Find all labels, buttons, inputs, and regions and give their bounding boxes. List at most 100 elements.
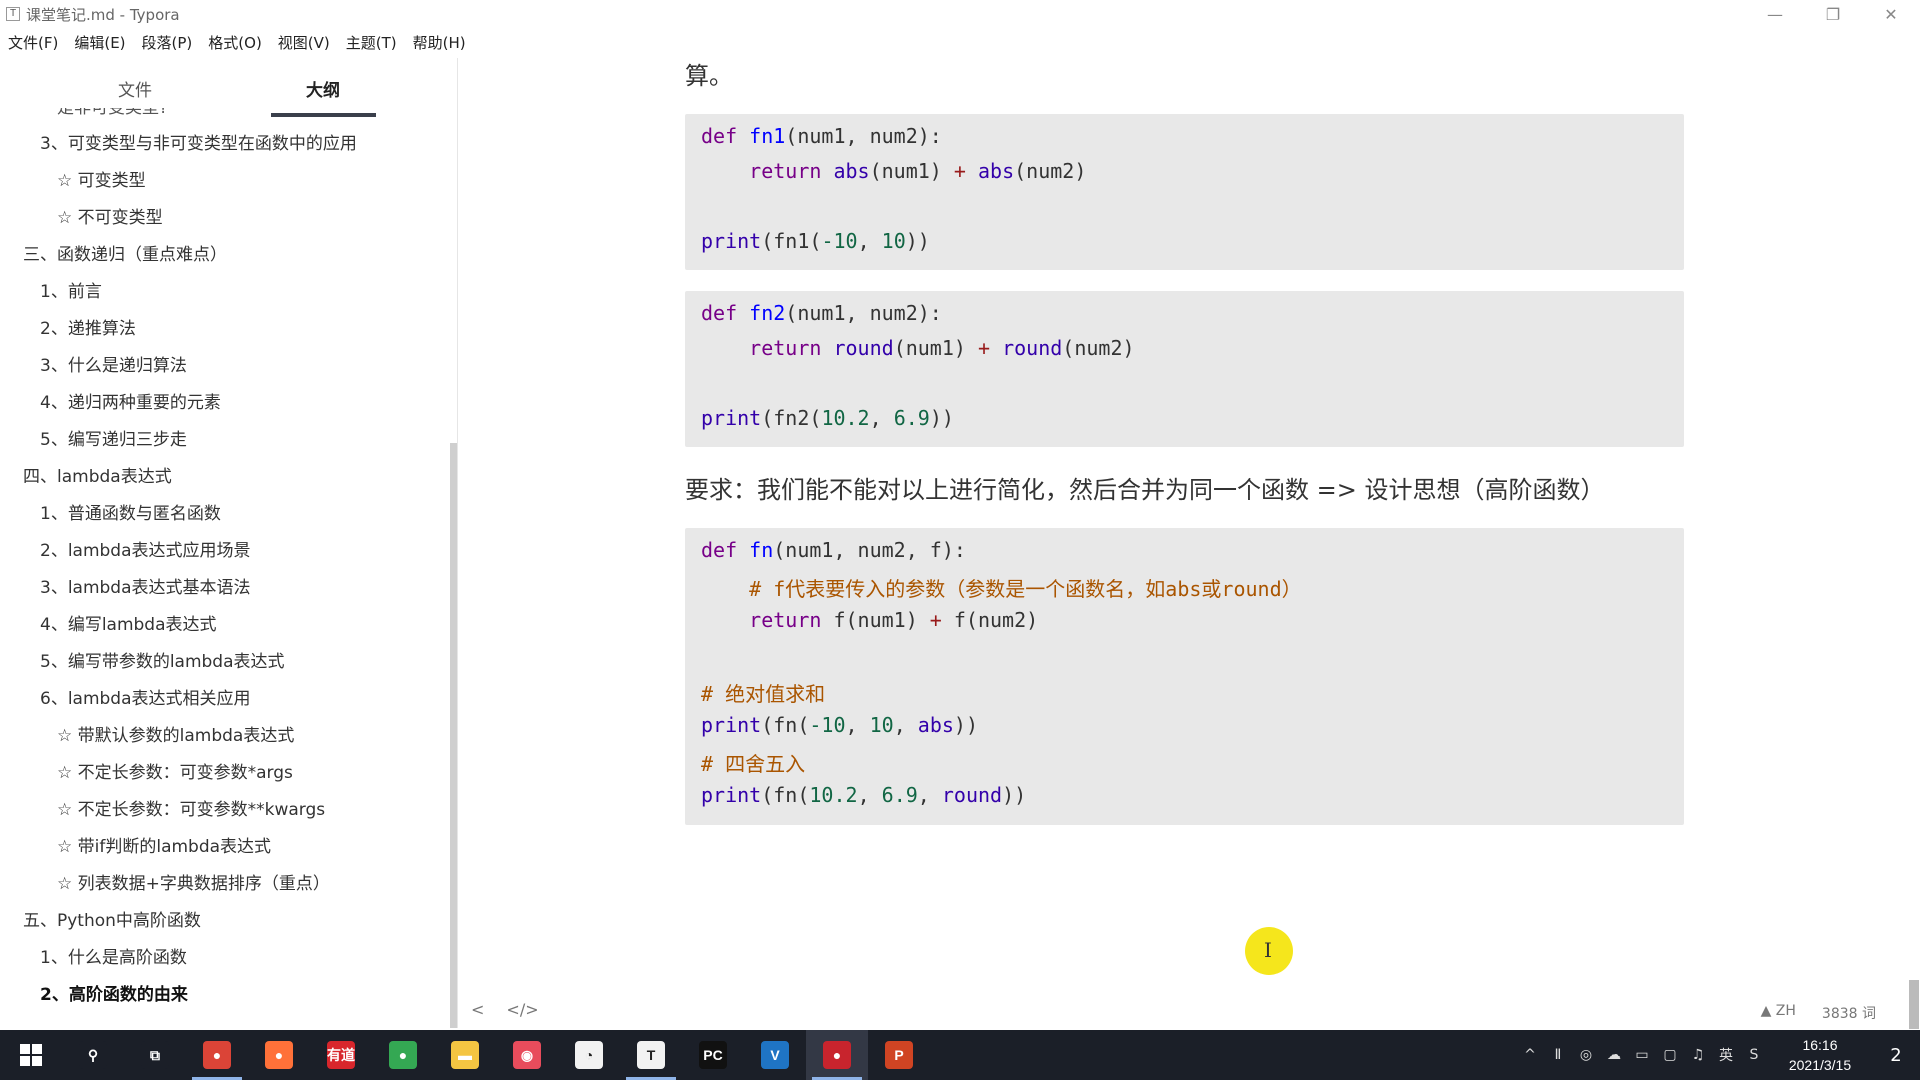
outline-item[interactable]: 6、lambda表达式相关应用 [0,681,450,718]
taskbar-file-explorer-button[interactable]: ▬ [434,1030,496,1080]
outline-item[interactable]: 五、Python中高阶函数 [0,903,450,940]
chrome-icon: ● [203,1041,231,1069]
code-block[interactable]: def fn(num1, num2, f): # f代表要传入的参数（参数是一个… [685,528,1684,825]
status-left: < </> [471,1000,539,1019]
menu-bar: 文件(F) 编辑(E) 段落(P) 格式(O) 视图(V) 主题(T) 帮助(H… [0,30,474,54]
outline-item[interactable]: ☆ 带if判断的lambda表达式 [0,829,450,866]
editor[interactable]: 算。 def fn1(num1, num2): return abs(num1)… [459,54,1920,1029]
clock[interactable]: 16:16 2021/3/15 [1768,1035,1872,1075]
outline-item[interactable]: 4、编写lambda表达式 [0,607,450,644]
sogou-icon[interactable]: S [1740,1030,1768,1080]
outline-item[interactable]: 2、高阶函数的由来 [0,977,450,1014]
outline-item[interactable]: 3、什么是递归算法 [0,348,450,385]
code-line: # f代表要传入的参数（参数是一个函数名，如abs或round） [749,577,1302,601]
code-line: print(fn2(10.2, 6.9)) [701,406,954,430]
word-count[interactable]: 3838 词 [1822,1003,1876,1023]
taskbar-firefox-button[interactable]: ● [248,1030,310,1080]
outline-item[interactable]: ☆ 不定长参数：可变参数**kwargs [0,792,450,829]
taskbar-search-button[interactable]: ⚲ [62,1030,124,1080]
taskbar: ⚲ ⧉ ● ● 有道 ● ▬ ◉ ◔ T PC V ● P ^ Ⅱ ◎ ☁ ▭ ▢ ♫ 英 S 16:16 2021/3/… [0,1030,1920,1080]
outline-item[interactable]: 3、可变类型与非可变类型在函数中的应用 [0,126,450,163]
network-app-icon[interactable]: ◎ [1572,1030,1600,1080]
clock-time: 16:16 [1802,1037,1838,1053]
taskbar-recorder-button[interactable]: ◉ [496,1030,558,1080]
taskbar-typora-button[interactable]: T [620,1030,682,1080]
taskbar-chrome-button[interactable]: ● [186,1030,248,1080]
pause-icon[interactable]: Ⅱ [1544,1030,1572,1080]
tab-outline[interactable]: 大纲 [306,76,340,101]
menu-view[interactable]: 视图(V) [270,32,338,53]
outline-item[interactable]: 2、递推算法 [0,311,450,348]
typora-app-icon: T [6,7,20,21]
display-icon[interactable]: ▢ [1656,1030,1684,1080]
code-line: def fn2(num1, num2): [701,301,942,325]
taskbar-powerpoint-button[interactable]: P [868,1030,930,1080]
outline-item[interactable]: 2、lambda表达式应用场景 [0,533,450,570]
taskbar-pycharm-button[interactable]: PC [682,1030,744,1080]
close-button[interactable]: ✕ [1862,0,1920,28]
system-tray: ^ Ⅱ ◎ ☁ ▭ ▢ ♫ 英 S 16:16 2021/3/15 2 [1516,1030,1920,1080]
menu-help[interactable]: 帮助(H) [405,32,474,53]
outline-item[interactable]: 5、编写递归三步走 [0,422,450,459]
notification-count: 2 [1890,1044,1902,1066]
menu-edit[interactable]: 编辑(E) [66,32,133,53]
recorder-icon: ◉ [513,1041,541,1069]
battery-icon[interactable]: ▭ [1628,1030,1656,1080]
tab-files[interactable]: 文件 [118,76,152,101]
minimize-button[interactable]: — [1746,0,1804,28]
taskbar-chrome-alt-button[interactable]: ● [372,1030,434,1080]
sidebar-scrollbar[interactable] [450,443,457,1028]
outline-item[interactable]: ☆ 列表数据+字典数据排序（重点） [0,866,450,903]
menu-file[interactable]: 文件(F) [0,32,66,53]
windows-start-icon[interactable] [0,1030,62,1080]
taskbar-vscode-button[interactable]: V [744,1030,806,1080]
outline-item[interactable]: 三、函数递归（重点难点） [0,237,450,274]
menu-paragraph[interactable]: 段落(P) [134,32,201,53]
outline-item[interactable]: 是非可变类型? [0,108,450,126]
menu-format[interactable]: 格式(O) [200,32,270,53]
outline-item[interactable]: 5、编写带参数的lambda表达式 [0,644,450,681]
taskbar-screen-record-button[interactable]: ● [806,1030,868,1080]
sidebar-toggle-button[interactable]: < [471,1000,484,1019]
firefox-icon: ● [265,1041,293,1069]
outline-item[interactable]: ☆ 不可变类型 [0,200,450,237]
outline-item[interactable]: 1、普通函数与匿名函数 [0,496,450,533]
window-title: 课堂笔记.md - Typora [26,5,180,24]
outline-item[interactable]: ☆ 不定长参数：可变参数*args [0,755,450,792]
input-method-icon[interactable]: 英 [1712,1030,1740,1080]
outline-item[interactable]: 1、前言 [0,274,450,311]
outline-item[interactable]: 四、lambda表达式 [0,459,450,496]
status-right: ▲ ZH 3838 词 [1761,1003,1876,1023]
code-line: # 绝对值求和 [701,682,826,706]
spellcheck-language[interactable]: ▲ ZH [1761,1003,1796,1023]
outline-item[interactable]: 3、lambda表达式基本语法 [0,570,450,607]
outline-item[interactable]: ☆ 带默认参数的lambda表达式 [0,718,450,755]
cloud-icon[interactable]: ☁ [1600,1030,1628,1080]
outline-list: 是非可变类型? 3、可变类型与非可变类型在函数中的应用 ☆ 可变类型 ☆ 不可变类型三… [0,108,450,1028]
code-line: def fn1(num1, num2): [701,124,942,148]
code-block[interactable]: def fn2(num1, num2): return round(num1) … [685,291,1684,447]
taskbar-youdao-button[interactable]: 有道 [310,1030,372,1080]
menu-theme[interactable]: 主题(T) [338,32,405,53]
taskbar-task-view-button[interactable]: ⧉ [124,1030,186,1080]
restore-button[interactable]: ❐ [1804,0,1862,28]
taskbar-clock-app-button[interactable]: ◔ [558,1030,620,1080]
chrome-alt-icon: ● [389,1041,417,1069]
code-line: return abs(num1) + abs(num2) [749,159,1087,183]
pycharm-icon: PC [699,1041,727,1069]
notification-center-icon[interactable]: 2 [1872,1030,1920,1080]
volume-icon[interactable]: ♫ [1684,1030,1712,1080]
source-mode-button[interactable]: </> [506,1000,538,1019]
powerpoint-icon: P [885,1041,913,1069]
outline-item[interactable]: 1、什么是高阶函数 [0,940,450,977]
clock-date: 2021/3/15 [1788,1057,1852,1073]
outline-item[interactable]: ☆ 可变类型 [0,163,450,200]
editor-scrollbar[interactable] [1909,980,1919,1029]
show-hidden-icons[interactable]: ^ [1516,1030,1544,1080]
clock-app-icon: ◔ [575,1041,603,1069]
code-line: print(fn1(-10, 10)) [701,229,930,253]
code-block[interactable]: def fn1(num1, num2): return abs(num1) + … [685,114,1684,270]
outline-item[interactable]: 4、递归两种重要的元素 [0,385,450,422]
search-icon: ⚲ [79,1041,107,1069]
code-line: print(fn(-10, 10, abs)) [701,713,979,737]
